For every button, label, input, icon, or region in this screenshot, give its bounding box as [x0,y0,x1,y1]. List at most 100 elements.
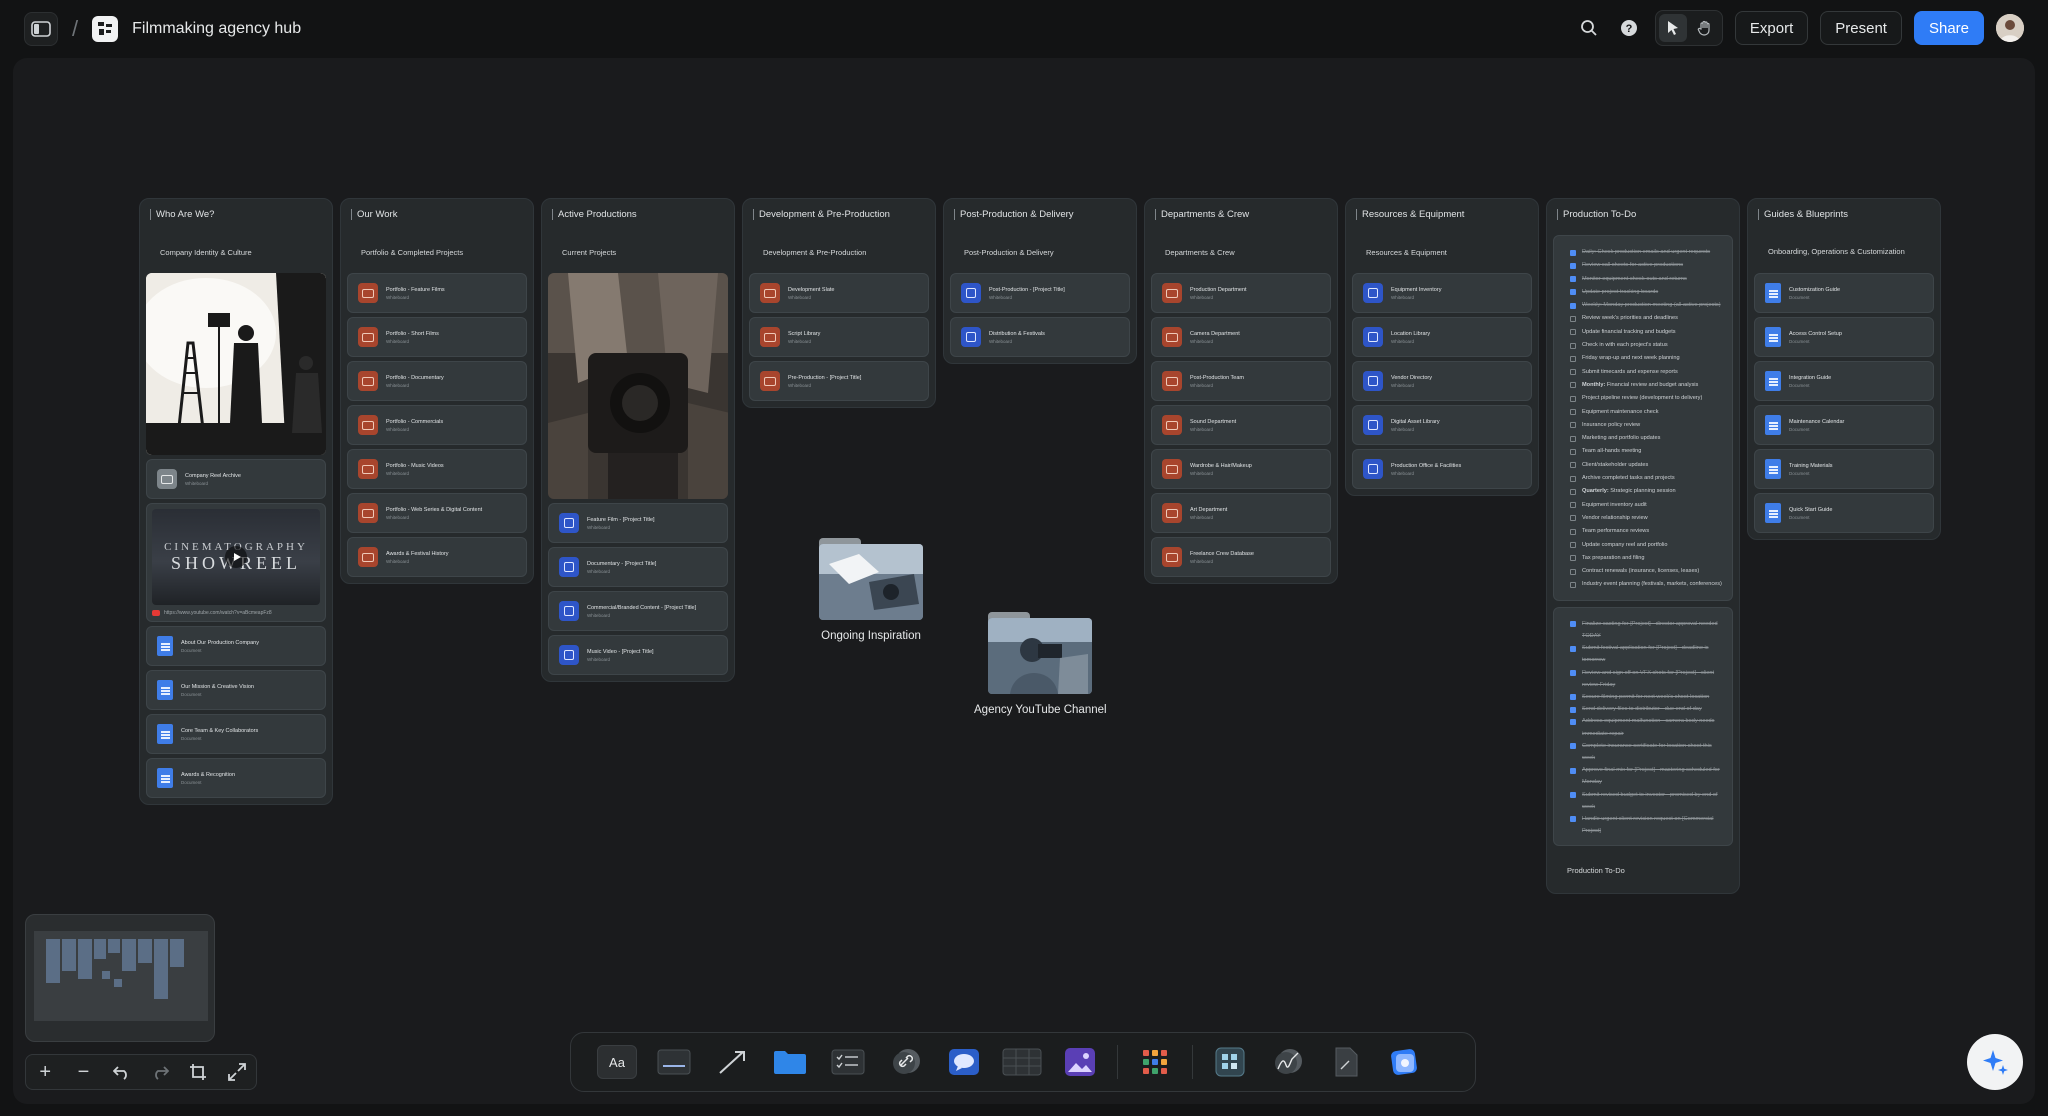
checklist-item[interactable]: Finalize casting for [Project] - directo… [1570,618,1722,642]
checkbox[interactable] [1570,435,1576,442]
checkbox[interactable] [1570,462,1576,469]
draw-tool-button[interactable] [1267,1045,1309,1079]
list-item[interactable]: Portfolio - Short Films Whiteboard [347,317,527,357]
user-avatar[interactable] [1996,14,2024,42]
list-item[interactable]: Portfolio - Web Series & Digital Content… [347,493,527,533]
checkbox-checked[interactable] [1570,743,1576,750]
checklist-item[interactable]: Secure filming permit for next week's sh… [1570,691,1722,703]
help-icon[interactable]: ? [1615,14,1643,42]
minimap[interactable] [25,914,215,1042]
list-item[interactable]: Post-Production Team Whiteboard [1151,361,1331,401]
checklist-item[interactable]: Submit timecards and expense reports [1570,366,1722,379]
checklist-item[interactable]: Send delivery files to distributor - due… [1570,703,1722,715]
checkbox-checked[interactable] [1570,792,1576,799]
checkbox[interactable] [1570,555,1576,562]
checklist-item[interactable]: Vendor relationship review [1570,512,1722,525]
checkbox[interactable] [1570,369,1576,376]
table-tool-button[interactable] [1001,1045,1043,1079]
list-item[interactable]: Access Control Setup Document [1754,317,1934,357]
checklist-item[interactable]: Review call sheets for active production… [1570,259,1722,272]
list-item[interactable]: Wardrobe & Hair/Makeup Whiteboard [1151,449,1331,489]
image-tool-button[interactable] [1059,1045,1101,1079]
checkbox-checked[interactable] [1570,302,1576,309]
list-item[interactable]: Freelance Crew Database Whiteboard [1151,537,1331,577]
column-production-todo[interactable]: Production To-Do Daily: Check production… [1546,198,1740,895]
video-thumbnail[interactable]: CINEMATOGRAPHY SHOWREEL [152,509,320,605]
list-item[interactable]: Development Slate Whiteboard [749,273,929,313]
column-who-are-we[interactable]: Who Are We? Company Identity & Culture C… [139,198,333,805]
whiteboard-canvas[interactable]: Who Are We? Company Identity & Culture C… [13,58,2035,1104]
column-departments[interactable]: Departments & Crew Departments & Crew Pr… [1144,198,1338,584]
list-item[interactable]: Digital Asset Library Whiteboard [1352,405,1532,445]
fit-to-screen-icon[interactable] [224,1059,250,1085]
redo-icon[interactable] [147,1059,173,1085]
column-guides[interactable]: Guides & Blueprints Onboarding, Operatio… [1747,198,1941,540]
checkbox[interactable] [1570,475,1576,482]
checklist-item[interactable]: Archive completed tasks and projects [1570,472,1722,485]
checkbox[interactable] [1570,515,1576,522]
list-item[interactable]: Art Department Whiteboard [1151,493,1331,533]
list-item[interactable]: Company Reel Archive Whiteboard [146,459,326,499]
checkbox[interactable] [1570,409,1576,416]
checkbox[interactable] [1570,448,1576,455]
sidebar-toggle-button[interactable] [24,12,58,46]
list-item[interactable]: Music Video - [Project Title] Whiteboard [548,635,728,675]
checklist-item[interactable]: Contract renewals (insurance, licenses, … [1570,565,1722,578]
zoom-out-icon[interactable]: − [70,1059,96,1085]
checkbox-checked[interactable] [1570,645,1576,652]
checklist-item[interactable]: Update company reel and portfolio [1570,539,1722,552]
folder-tool-button[interactable] [769,1045,811,1079]
checklist-item[interactable]: Project pipeline review (development to … [1570,392,1722,405]
checkbox-checked[interactable] [1570,767,1576,774]
list-item[interactable]: Sound Department Whiteboard [1151,405,1331,445]
checkbox[interactable] [1570,382,1576,389]
checkbox-checked[interactable] [1570,816,1576,823]
checklist-item[interactable]: Industry event planning (festivals, mark… [1570,578,1722,591]
checkbox[interactable] [1570,488,1576,495]
checklist-urgent[interactable]: Finalize casting for [Project] - directo… [1553,606,1733,847]
checklist-item[interactable]: Team performance reviews [1570,525,1722,538]
list-item[interactable]: Commercial/Branded Content - [Project Ti… [548,591,728,631]
checklist-item[interactable]: Team all-hands meeting [1570,445,1722,458]
present-button[interactable]: Present [1820,11,1902,45]
checklist-item[interactable]: Review and sign off on VFX shots for [Pr… [1570,667,1722,691]
list-item[interactable]: Quick Start Guide Document [1754,493,1934,533]
list-item[interactable]: Post-Production - [Project Title] Whitebo… [950,273,1130,313]
checklist-item[interactable]: Tax preparation and filing [1570,552,1722,565]
checklist-item[interactable]: Daily: Check production emails and urgen… [1570,246,1722,259]
checkbox[interactable] [1570,329,1576,336]
list-item[interactable]: Equipment Inventory Whiteboard [1352,273,1532,313]
checklist-item[interactable]: Monthly: Financial review and budget ana… [1570,379,1722,392]
list-item[interactable]: About Our Production Company Document [146,626,326,666]
checklist-recurring[interactable]: Daily: Check production emails and urgen… [1553,235,1733,601]
list-item[interactable]: Awards & Recognition Document [146,758,326,798]
checklist-item[interactable]: Check in with each project's status [1570,339,1722,352]
zoom-in-icon[interactable]: + [32,1059,58,1085]
list-item[interactable]: Portfolio - Commercials Whiteboard [347,405,527,445]
checklist-item[interactable]: Friday wrap-up and next week planning [1570,352,1722,365]
list-item[interactable]: Distribution & Festivals Whiteboard [950,317,1130,357]
camera-operator-photo[interactable] [548,273,728,499]
list-item[interactable]: Customization Guide Document [1754,273,1934,313]
checkbox[interactable] [1570,502,1576,509]
checkbox[interactable] [1570,315,1576,322]
page-title[interactable]: Filmmaking agency hub [132,20,301,38]
checkbox[interactable] [1570,542,1576,549]
column-development[interactable]: Development & Pre-Production Development… [742,198,936,408]
list-item[interactable]: Portfolio - Feature Films Whiteboard [347,273,527,313]
crop-frame-icon[interactable] [185,1059,211,1085]
list-item[interactable]: Training Materials Document [1754,449,1934,489]
list-item[interactable]: Feature Film - [Project Title] Whiteboard [548,503,728,543]
comment-tool-button[interactable] [943,1045,985,1079]
checkbox[interactable] [1570,528,1576,535]
checklist-item[interactable]: Equipment maintenance check [1570,406,1722,419]
youtube-embed[interactable]: CINEMATOGRAPHY SHOWREEL https://www.yout… [146,503,326,622]
minimap-viewport[interactable] [34,931,208,1021]
share-button[interactable]: Share [1913,11,1984,45]
checkbox-checked[interactable] [1570,249,1576,256]
apps-tool-button[interactable] [1134,1045,1176,1079]
sticky-note-tool-button[interactable] [653,1045,695,1079]
list-item[interactable]: Production Office & Facilities Whiteboard [1352,449,1532,489]
checkbox-checked[interactable] [1570,670,1576,677]
folder-ongoing-inspiration[interactable]: Ongoing Inspiration [819,538,923,642]
